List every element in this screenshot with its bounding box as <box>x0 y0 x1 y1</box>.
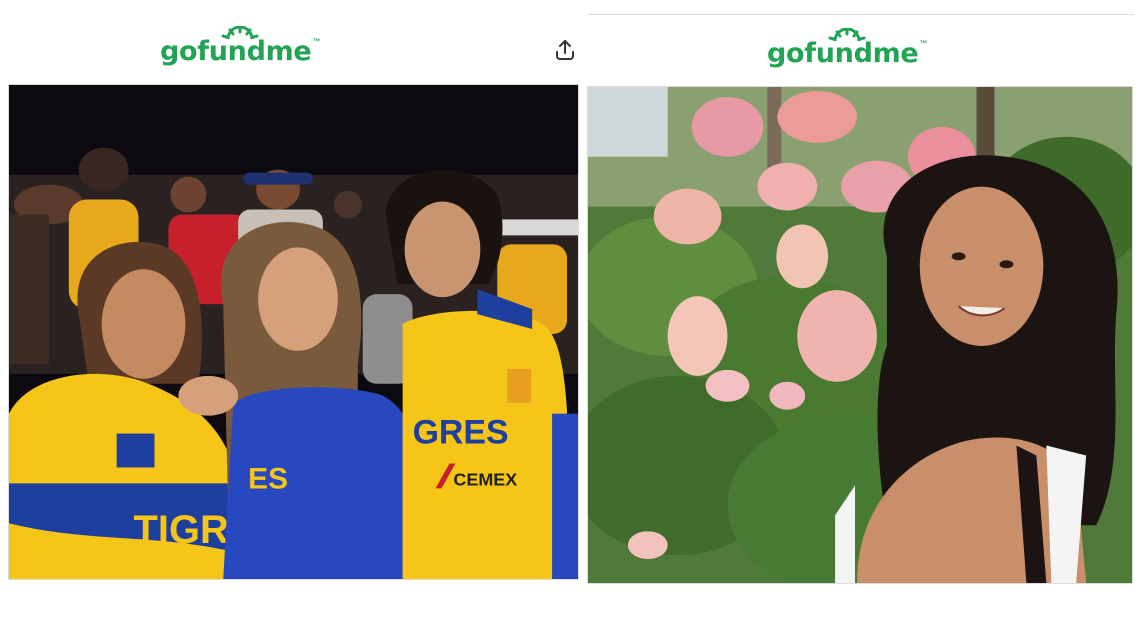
jersey-text-middle: ES <box>248 462 288 495</box>
brand-wordmark: gofundme <box>160 36 312 67</box>
jersey-text-front: TIGR <box>134 508 229 552</box>
divider <box>588 14 1134 15</box>
share-button[interactable] <box>551 36 579 64</box>
campaign-photo-stadium: TIGR ES GRES CEMEX <box>8 84 579 580</box>
right-card: gofundme™ <box>582 0 1140 641</box>
share-icon <box>556 40 574 60</box>
left-card: gofundme™ TIGR ES GRES CEMEX <box>0 0 582 641</box>
trademark: ™ <box>919 39 928 48</box>
campaign-photo-garden <box>587 86 1133 584</box>
gofundme-logo[interactable]: gofundme™ <box>160 26 320 65</box>
gofundme-logo[interactable]: gofundme™ <box>767 28 927 67</box>
jersey-sponsor2-text: CEMEX <box>453 469 517 489</box>
jersey-sponsor-text: GRES <box>413 414 509 452</box>
brand-wordmark: gofundme <box>767 38 919 69</box>
trademark: ™ <box>312 37 321 46</box>
